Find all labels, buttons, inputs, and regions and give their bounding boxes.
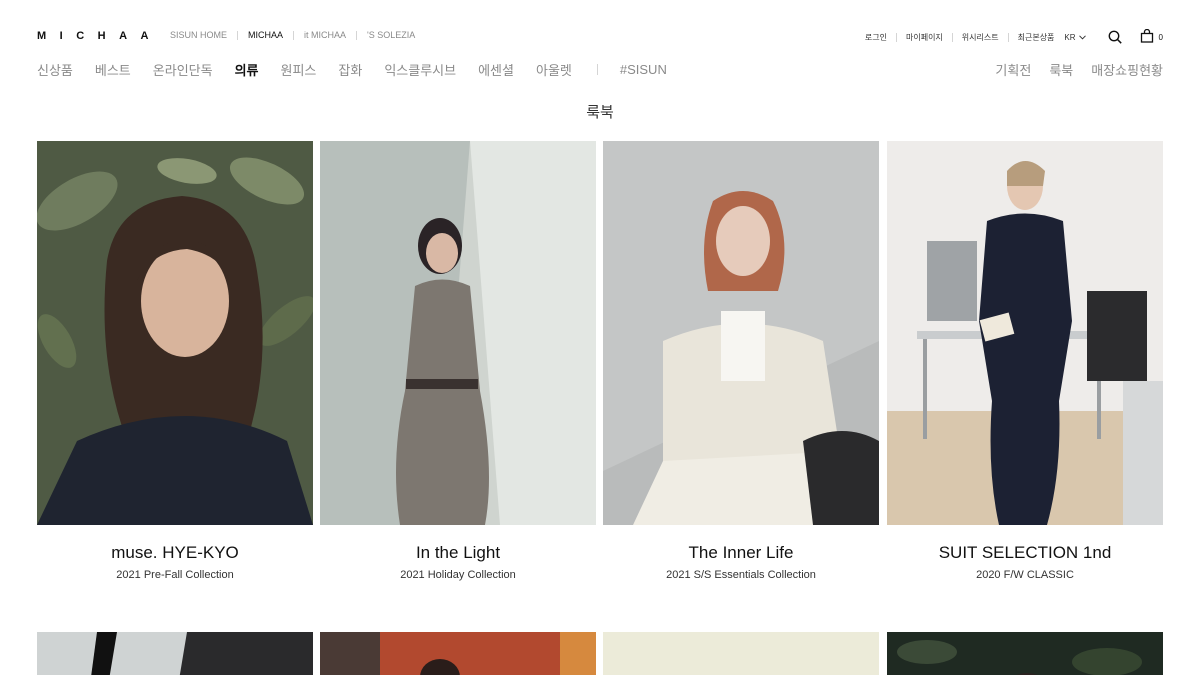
lookbook-image[interactable] (37, 141, 313, 525)
language-selector[interactable]: KR (1064, 32, 1086, 42)
brand-link-sisun-home[interactable]: SISUN HOME (170, 30, 227, 40)
brand-link-michaa[interactable]: MICHAA (248, 30, 283, 40)
lookbook-image[interactable] (887, 141, 1163, 525)
chevron-down-icon (1078, 33, 1086, 42)
lookbook-image[interactable] (603, 141, 879, 525)
nav-item-lookbook[interactable]: 룩북 (1049, 60, 1073, 79)
lookbook-card[interactable]: The Inner Life 2021 S/S Essentials Colle… (603, 141, 879, 581)
divider (237, 30, 239, 40)
lookbook-subtitle: 2021 Pre-Fall Collection (116, 569, 234, 581)
lookbook-title: In the Light (415, 543, 501, 562)
search-icon[interactable] (1108, 30, 1122, 44)
divider (1007, 32, 1009, 42)
main-nav: 신상품 베스트 온라인단독 의류 원피스 잡화 익스클루시브 에센셜 아울렛 #… (37, 60, 689, 79)
lookbook-subtitle: 2021 S/S Essentials Collection (666, 569, 816, 581)
divider (596, 64, 598, 75)
nav-item-best[interactable]: 베스트 (95, 60, 131, 79)
nav-item-store-status[interactable]: 매장쇼핑현황 (1091, 60, 1163, 79)
nav-item-new[interactable]: 신상품 (37, 60, 73, 79)
lookbook-image[interactable] (603, 632, 879, 675)
shopping-bag-icon (1140, 28, 1154, 45)
nav-item-sisun[interactable]: #SISUN (620, 62, 667, 77)
lookbook-card[interactable]: In the Light 2021 Holiday Collection (320, 141, 596, 581)
recently-viewed-link[interactable]: 최근본상품 (1018, 32, 1055, 43)
nav-item-exclusive[interactable]: 익스클루시브 (384, 60, 456, 79)
utility-menu: 로그인 마이페이지 위시리스트 최근본상품 KR 0 (865, 28, 1163, 45)
nav-item-clothing[interactable]: 의류 (235, 60, 259, 79)
lookbook-image[interactable] (37, 632, 313, 675)
lookbook-image[interactable] (887, 632, 1163, 675)
lookbook-image[interactable] (320, 632, 596, 675)
secondary-nav: 기획전 룩북 매장쇼핑현황 (977, 60, 1163, 79)
nav-item-essential[interactable]: 에센셜 (478, 60, 514, 79)
login-link[interactable]: 로그인 (865, 32, 887, 43)
nav-item-promotions[interactable]: 기획전 (995, 60, 1031, 79)
wishlist-link[interactable]: 위시리스트 (962, 32, 999, 43)
language-label: KR (1064, 32, 1076, 42)
nav-item-accessories[interactable]: 잡화 (338, 60, 362, 79)
lookbook-subtitle: 2020 F/W CLASSIC (976, 569, 1074, 581)
lookbook-title: muse. HYE-KYO (111, 543, 239, 562)
divider (951, 32, 953, 42)
lookbook-card[interactable]: SUIT SELECTION 1nd 2020 F/W CLASSIC (887, 141, 1163, 581)
nav-item-dress[interactable]: 원피스 (281, 60, 317, 79)
divider (895, 32, 897, 42)
lookbook-subtitle: 2021 Holiday Collection (400, 569, 516, 581)
brand-logo[interactable]: MICHAA (37, 30, 162, 42)
lookbook-image[interactable] (320, 141, 596, 525)
brand-link-solezia[interactable]: 'S SOLEZIA (367, 30, 415, 40)
lookbook-card[interactable]: muse. HYE-KYO 2021 Pre-Fall Collection (37, 141, 313, 581)
cart-button[interactable]: 0 (1140, 28, 1163, 45)
lookbook-title: The Inner Life (688, 543, 794, 562)
divider (356, 30, 358, 40)
lookbook-title: SUIT SELECTION 1nd (938, 543, 1112, 562)
page-title: 룩북 (586, 104, 614, 121)
brand-link-it-michaa[interactable]: it MICHAA (304, 30, 346, 40)
divider (293, 30, 295, 40)
brand-switcher: SISUN HOME MICHAA it MICHAA 'S SOLEZIA (170, 30, 415, 40)
cart-count-badge: 0 (1158, 32, 1163, 42)
mypage-link[interactable]: 마이페이지 (906, 32, 943, 43)
nav-item-online-exclusive[interactable]: 온라인단독 (153, 60, 213, 79)
nav-item-outlet[interactable]: 아울렛 (536, 60, 572, 79)
